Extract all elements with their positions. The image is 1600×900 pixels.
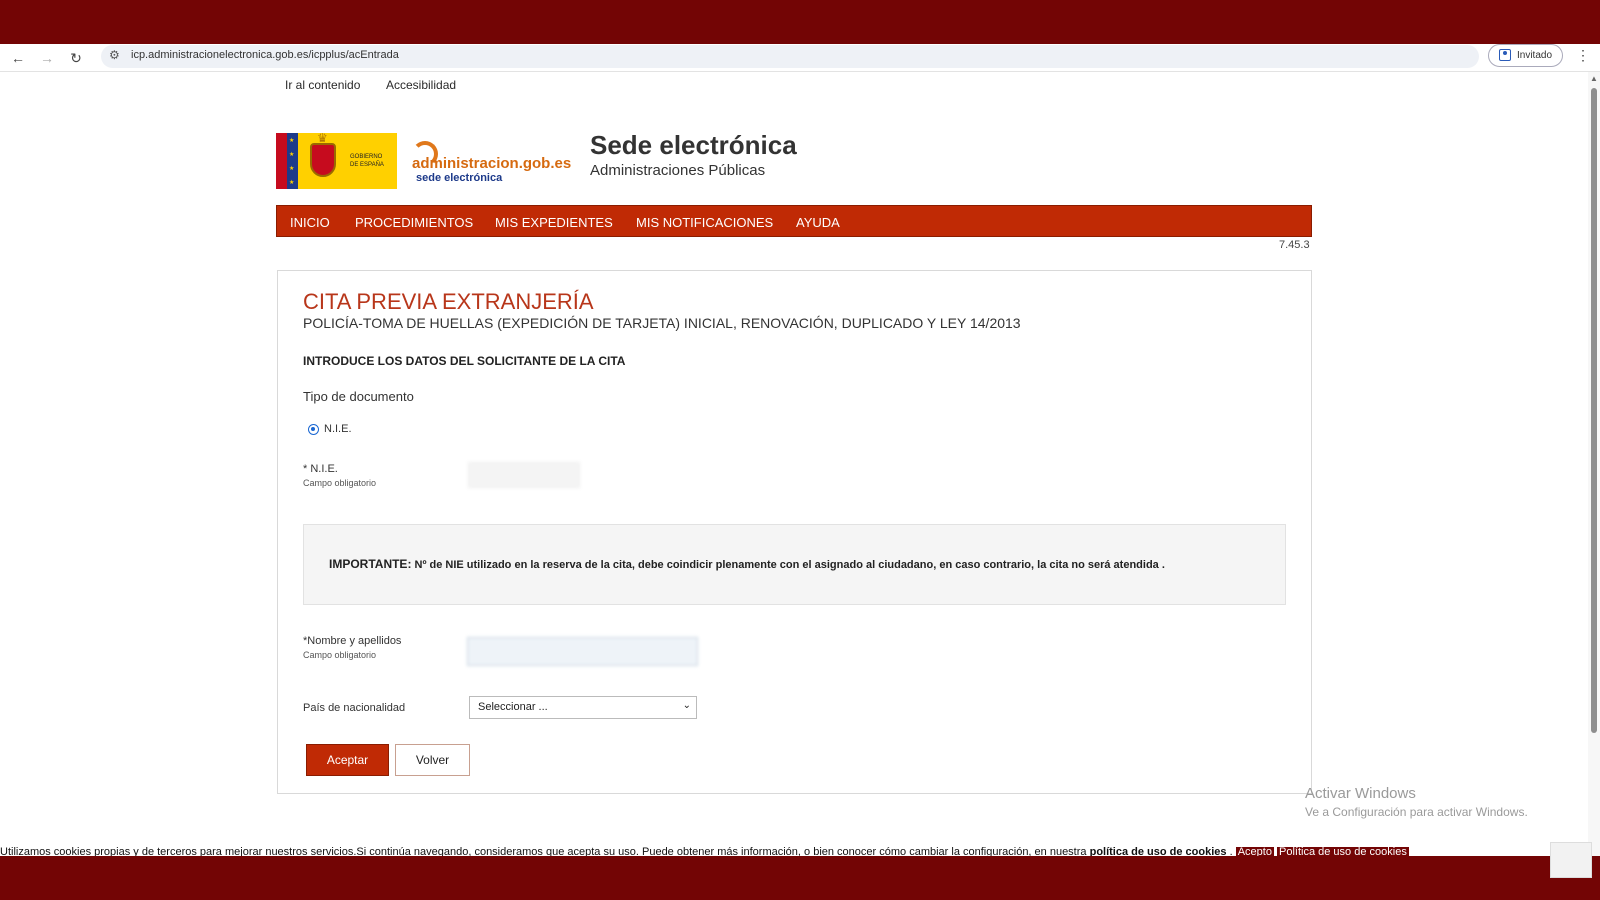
accept-button[interactable]: Aceptar (306, 744, 389, 776)
nav-item-procedimientos[interactable]: PROCEDIMIENTOS (355, 215, 473, 230)
section-heading: INTRODUCE LOS DATOS DEL SOLICITANTE DE L… (303, 354, 626, 368)
url-text[interactable]: icp.administracionelectronica.gob.es/icp… (131, 49, 399, 61)
page-scrollbar[interactable]: ▲ (1588, 72, 1600, 856)
back-arrow-icon[interactable]: ← (8, 48, 28, 68)
country-selected-value: Seleccionar ... (478, 701, 548, 713)
back-button[interactable]: Volver (395, 744, 470, 776)
adm-logo-text: administracion.gob.es (412, 155, 572, 172)
nie-radio-label[interactable]: N.I.E. (324, 423, 352, 435)
notice-strong: IMPORTANTE: (329, 557, 412, 571)
bottom-frame-band (0, 856, 1600, 900)
nav-item-mis-notificaciones[interactable]: MIS NOTIFICACIONES (636, 215, 773, 230)
site-title: Sede electrónica (590, 130, 797, 160)
version-number: 7.45.3 (1279, 239, 1310, 251)
nav-item-inicio[interactable]: INICIO (290, 215, 330, 230)
name-input[interactable] (467, 637, 698, 666)
address-bar[interactable]: ⚙ icp.administracionelectronica.gob.es/i… (101, 45, 1479, 68)
nie-radio-button[interactable] (308, 424, 319, 435)
page-title: CITA PREVIA EXTRANJERÍA (303, 289, 594, 314)
scroll-up-icon[interactable]: ▲ (1590, 74, 1598, 83)
browser-menu-icon[interactable]: ⋮ (1576, 47, 1590, 64)
adm-logo-subtext: sede electrónica (416, 172, 503, 184)
nav-item-ayuda[interactable]: AYUDA (796, 215, 840, 230)
doc-type-label: Tipo de documento (303, 389, 414, 404)
name-required-hint: Campo obligatorio (303, 650, 377, 660)
flag-stripe-red (276, 133, 287, 189)
chevron-down-icon: ⌄ (682, 700, 691, 711)
nav-item-mis-expedientes[interactable]: MIS EXPEDIENTES (495, 215, 613, 230)
main-navigation: INICIO PROCEDIMIENTOS MIS EXPEDIENTES MI… (276, 205, 1312, 237)
site-settings-icon[interactable]: ⚙ (109, 48, 120, 62)
corner-badge-logo (1550, 842, 1592, 878)
nie-field-label: * N.I.E. (303, 463, 338, 475)
flag-stripe-blue: ★ ★ ★ ★ (287, 133, 298, 189)
country-select[interactable]: Seleccionar ... ⌄ (469, 696, 697, 719)
watermark-line1: Activar Windows (1305, 785, 1416, 802)
gobierno-de-espana-logo[interactable]: ★ ★ ★ ★ GOBIERNO DE ESPAÑA (276, 131, 397, 189)
header-logos: ★ ★ ★ ★ GOBIERNO DE ESPAÑA administracio… (276, 131, 578, 189)
country-field-label: País de nacionalidad (303, 702, 406, 714)
site-subtitle: Administraciones Públicas (590, 162, 766, 179)
watermark-line2: Ve a Configuración para activar Windows. (1305, 805, 1528, 819)
guest-label: Invitado (1517, 50, 1553, 61)
name-field-label: *Nombre y apellidos (303, 635, 402, 647)
coat-of-arms-icon (310, 131, 336, 177)
browser-toolbar: ← → ↻ ⚙ icp.administracionelectronica.go… (0, 44, 1600, 72)
procedure-subtitle: POLICÍA-TOMA DE HUELLAS (EXPEDICIÓN DE T… (303, 315, 1021, 331)
gov-logo-text: GOBIERNO DE ESPAÑA (350, 154, 384, 168)
windows-activation-watermark: Activar Windows Ve a Configuración para … (1305, 785, 1528, 819)
reload-icon[interactable]: ↻ (66, 48, 86, 68)
forward-arrow-icon[interactable]: → (37, 48, 57, 68)
top-frame-band (0, 0, 1600, 44)
skip-to-content-link[interactable]: Ir al contenido (285, 78, 360, 92)
appointment-form-panel: CITA PREVIA EXTRANJERÍA POLICÍA-TOMA DE … (277, 270, 1312, 794)
nie-input[interactable] (468, 462, 580, 488)
notice-text: IMPORTANTE: Nº de NIE utilizado en la re… (329, 557, 1269, 571)
administracion-gob-logo[interactable]: administracion.gob.es sede electrónica (404, 133, 578, 189)
profile-icon (1499, 49, 1511, 61)
accessibility-link[interactable]: Accesibilidad (386, 78, 456, 92)
nie-required-hint: Campo obligatorio (303, 478, 377, 488)
guest-profile-button[interactable]: Invitado (1488, 44, 1563, 67)
scroll-thumb[interactable] (1591, 88, 1597, 733)
notice-body: Nº de NIE utilizado en la reserva de la … (411, 559, 1165, 571)
important-notice: IMPORTANTE: Nº de NIE utilizado en la re… (303, 524, 1286, 605)
